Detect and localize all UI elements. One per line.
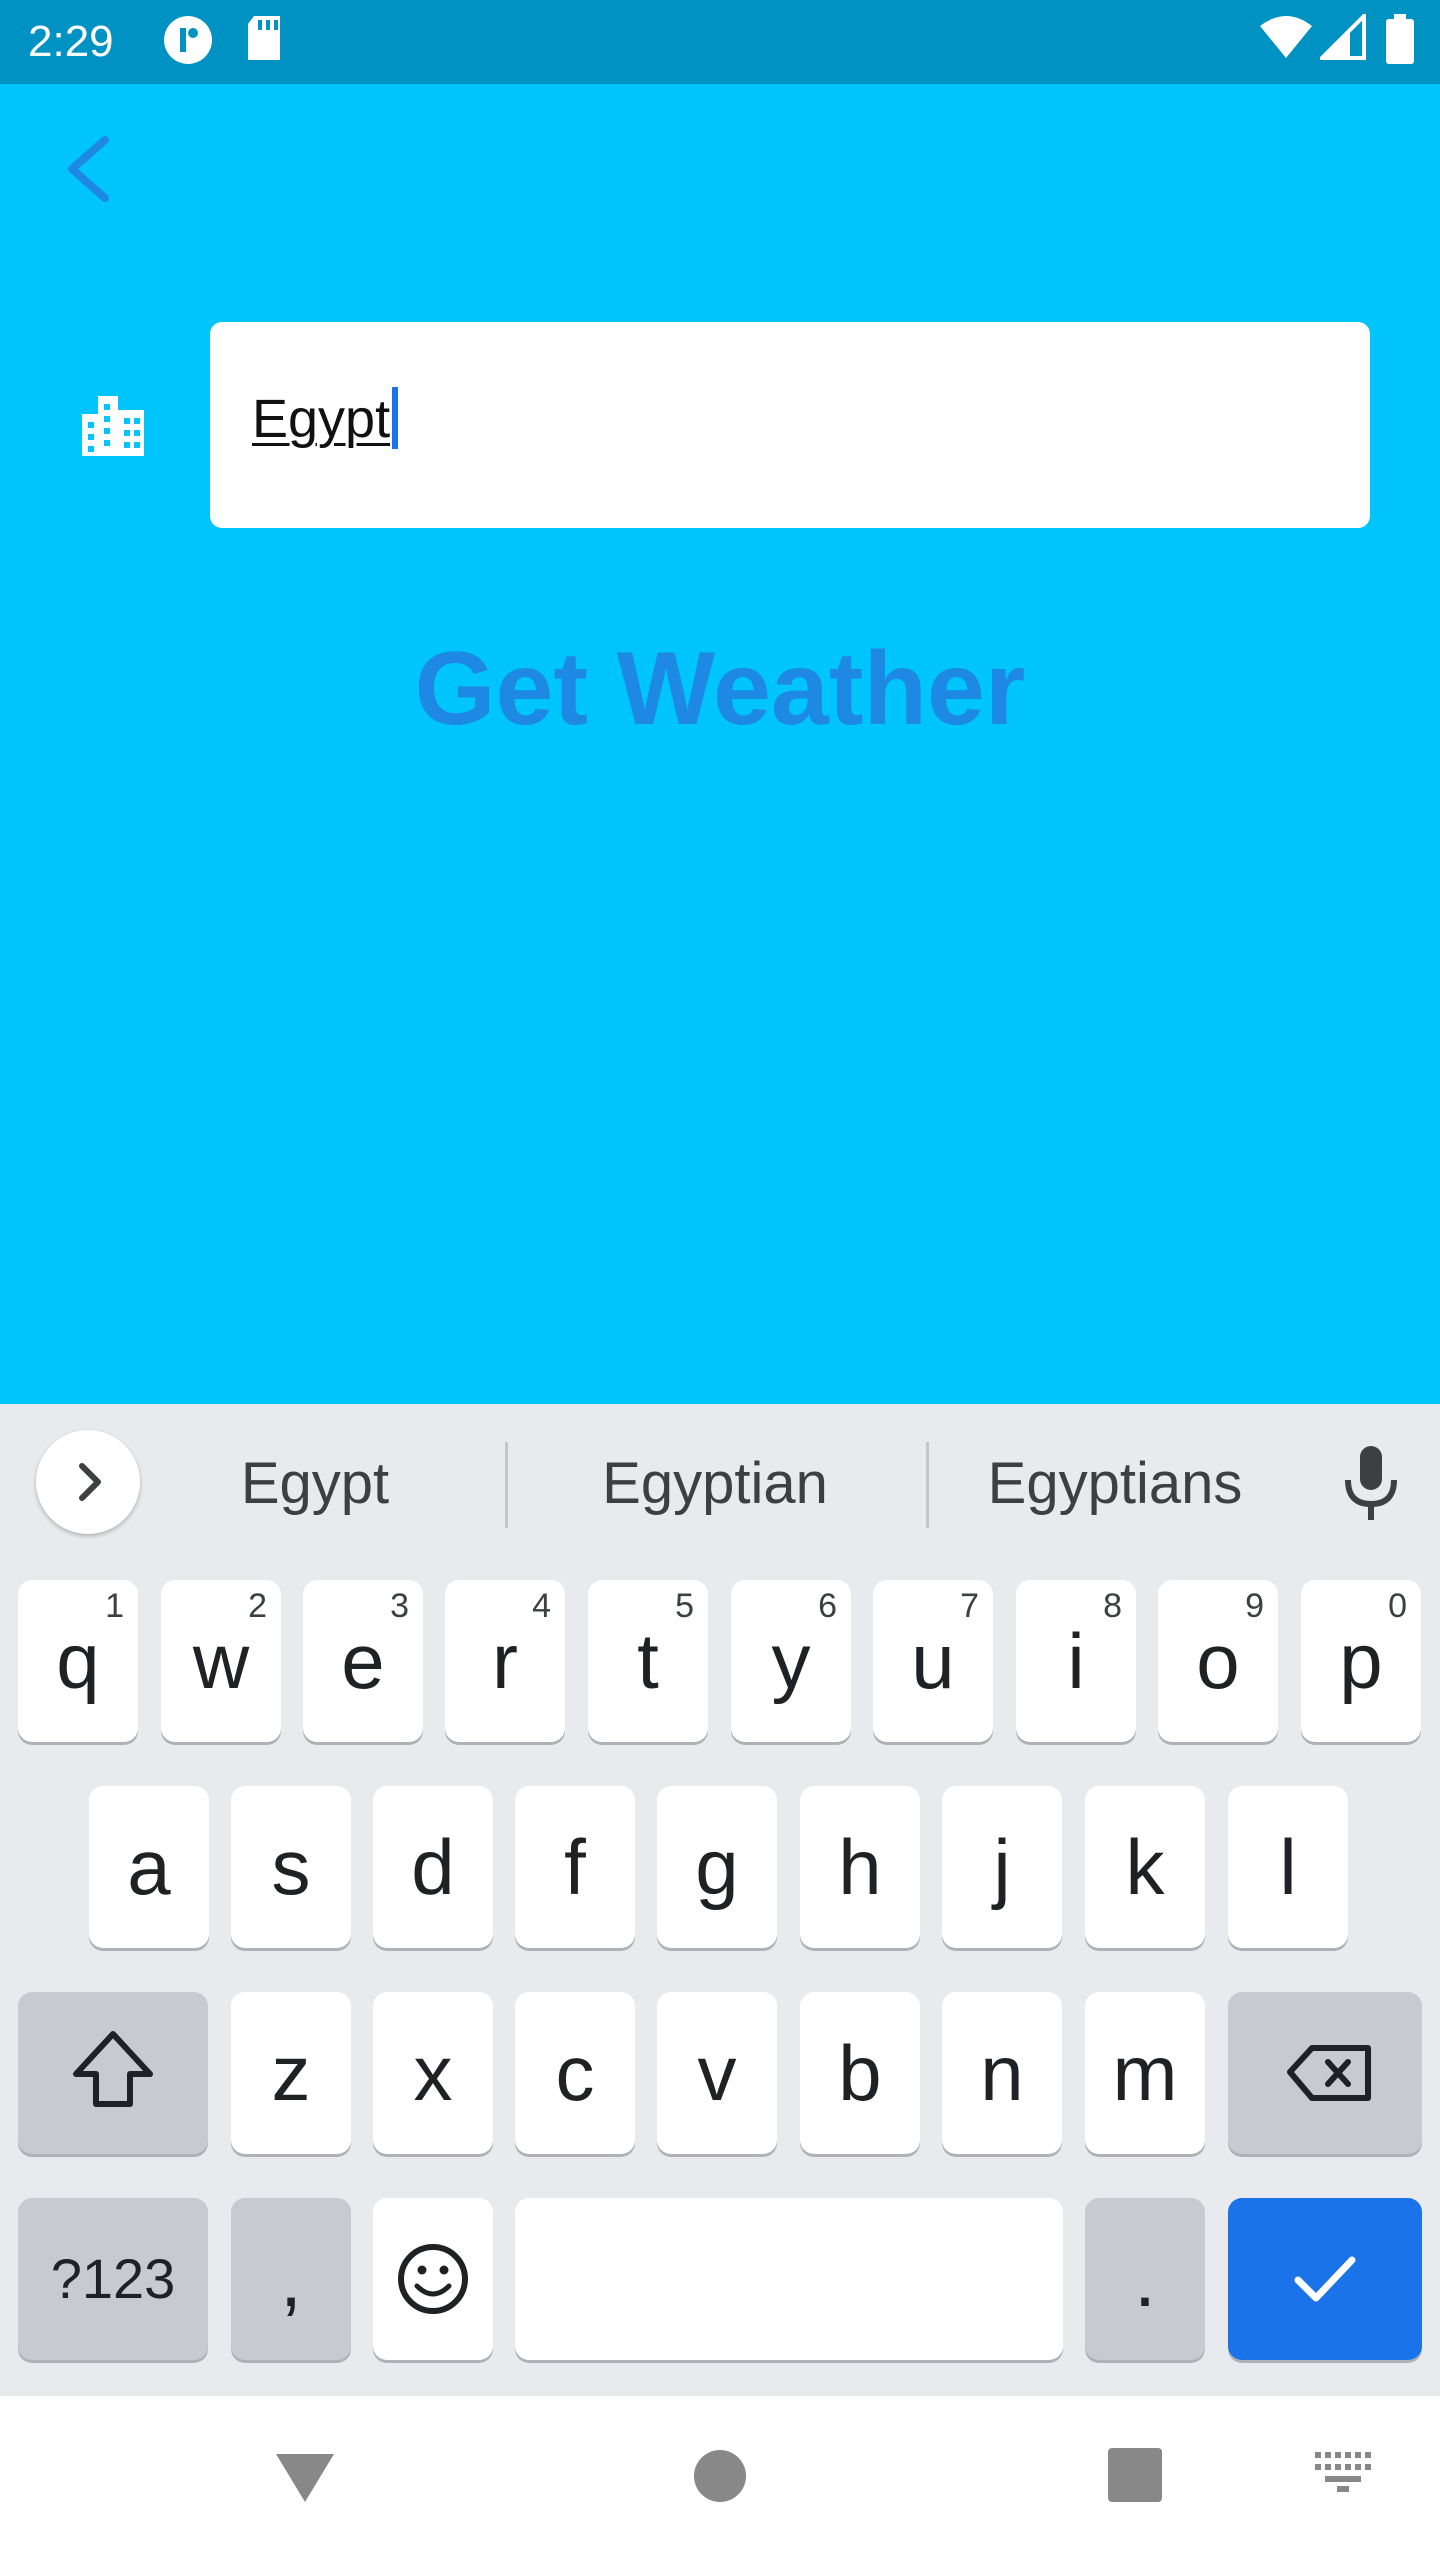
- key-hint: 1: [105, 1587, 124, 1625]
- keyboard-switch-icon[interactable]: [1315, 2452, 1371, 2492]
- key-label: i: [1067, 1617, 1085, 1705]
- expand-toolbar-button[interactable]: [36, 1430, 140, 1534]
- key-l[interactable]: l: [1228, 1786, 1348, 1948]
- key-label: w: [192, 1617, 250, 1705]
- app-notification-icon: [164, 16, 212, 64]
- key-p[interactable]: p0: [1301, 1580, 1421, 1742]
- back-arrow-icon[interactable]: [50, 124, 140, 214]
- key-q[interactable]: q1: [18, 1580, 138, 1742]
- suggestion-divider: [505, 1442, 508, 1528]
- key-label: r: [492, 1617, 518, 1705]
- key-v[interactable]: v: [657, 1992, 777, 2154]
- key-hint: 7: [960, 1587, 979, 1625]
- key-e[interactable]: e3: [303, 1580, 423, 1742]
- space-key[interactable]: [515, 2198, 1063, 2360]
- comma-key[interactable]: ,: [231, 2198, 351, 2360]
- key-hint: 4: [532, 1587, 551, 1625]
- soft-keyboard: Egypt Egyptian Egyptians q1 w2 e3 r4 t5 …: [0, 1404, 1440, 2396]
- key-o[interactable]: o9: [1158, 1580, 1278, 1742]
- shift-icon: [73, 2031, 153, 2107]
- key-hint: 5: [675, 1587, 694, 1625]
- period-key[interactable]: .: [1085, 2198, 1205, 2360]
- key-b[interactable]: b: [800, 1992, 920, 2154]
- key-m[interactable]: m: [1085, 1992, 1205, 2154]
- key-hint: 2: [248, 1587, 267, 1625]
- key-label: q: [56, 1617, 100, 1705]
- city-input-value: Egypt: [252, 389, 391, 449]
- key-label: u: [911, 1617, 955, 1705]
- city-input-text[interactable]: Egypt: [252, 382, 399, 456]
- key-hint: 8: [1103, 1587, 1122, 1625]
- key-hint: 6: [818, 1587, 837, 1625]
- key-k[interactable]: k: [1085, 1786, 1205, 1948]
- key-r[interactable]: r4: [445, 1580, 565, 1742]
- sd-card-icon: [248, 16, 280, 60]
- done-key[interactable]: [1228, 2198, 1422, 2360]
- key-n[interactable]: n: [942, 1992, 1062, 2154]
- key-label: y: [771, 1617, 811, 1705]
- navigation-bar: [0, 2396, 1440, 2560]
- key-label: o: [1196, 1617, 1240, 1705]
- key-hint: 3: [390, 1587, 409, 1625]
- backspace-key[interactable]: [1228, 1992, 1422, 2154]
- back-nav-icon[interactable]: [270, 2446, 340, 2506]
- key-s[interactable]: s: [231, 1786, 351, 1948]
- checkmark-icon: [1294, 2256, 1356, 2302]
- microphone-icon[interactable]: [1336, 1444, 1406, 1524]
- suggestion-2[interactable]: Egyptian: [540, 1444, 890, 1524]
- key-hint: 0: [1388, 1587, 1407, 1625]
- key-x[interactable]: x: [373, 1992, 493, 2154]
- shift-key[interactable]: [18, 1992, 208, 2154]
- backspace-icon: [1287, 2045, 1371, 2101]
- key-label: t: [637, 1617, 659, 1705]
- cell-signal-icon: [1320, 14, 1366, 60]
- city-icon: [82, 396, 144, 456]
- key-u[interactable]: u7: [873, 1580, 993, 1742]
- text-caret: [392, 387, 399, 449]
- key-label: p: [1339, 1617, 1383, 1705]
- emoji-icon: [398, 2244, 468, 2314]
- suggestion-strip: Egypt Egyptian Egyptians: [0, 1404, 1440, 1564]
- get-weather-button[interactable]: Get Weather: [0, 624, 1440, 754]
- suggestion-3[interactable]: Egyptians: [960, 1444, 1270, 1524]
- key-j[interactable]: j: [942, 1786, 1062, 1948]
- status-time: 2:29: [28, 17, 114, 66]
- key-t[interactable]: t5: [588, 1580, 708, 1742]
- suggestion-1[interactable]: Egypt: [170, 1444, 460, 1524]
- battery-icon: [1386, 14, 1414, 64]
- key-hint: 9: [1245, 1587, 1264, 1625]
- key-c[interactable]: c: [515, 1992, 635, 2154]
- key-y[interactable]: y6: [731, 1580, 851, 1742]
- key-d[interactable]: d: [373, 1786, 493, 1948]
- weather-app: Egypt Get Weather: [0, 84, 1440, 1404]
- suggestion-divider: [926, 1442, 929, 1528]
- status-bar: 2:29: [0, 0, 1440, 84]
- city-input[interactable]: Egypt: [210, 322, 1370, 528]
- key-g[interactable]: g: [657, 1786, 777, 1948]
- key-a[interactable]: a: [89, 1786, 209, 1948]
- key-i[interactable]: i8: [1016, 1580, 1136, 1742]
- emoji-key[interactable]: [373, 2198, 493, 2360]
- key-label: e: [341, 1617, 385, 1705]
- symbols-key[interactable]: ?123: [18, 2198, 208, 2360]
- key-f[interactable]: f: [515, 1786, 635, 1948]
- key-w[interactable]: w2: [161, 1580, 281, 1742]
- chevron-right-icon: [79, 1463, 101, 1501]
- home-nav-icon[interactable]: [692, 2448, 748, 2504]
- recents-nav-icon[interactable]: [1108, 2448, 1162, 2502]
- key-h[interactable]: h: [800, 1786, 920, 1948]
- key-z[interactable]: z: [231, 1992, 351, 2154]
- wifi-icon: [1260, 16, 1312, 58]
